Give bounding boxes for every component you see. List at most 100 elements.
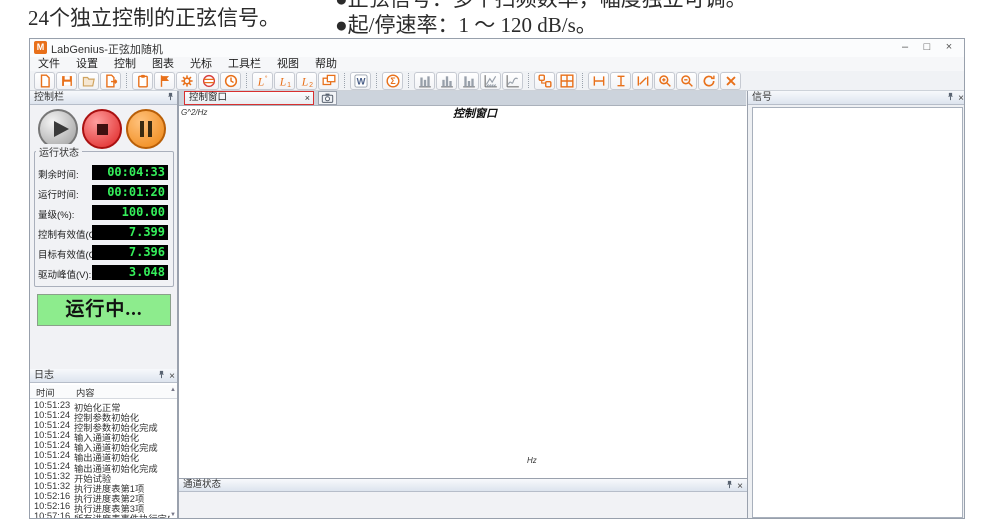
window-grid-button[interactable]	[556, 72, 577, 90]
zoom-in-icon	[658, 74, 672, 88]
tab-control-window[interactable]: 控制窗口 ×	[184, 91, 314, 105]
menu-控制[interactable]: 控制	[106, 57, 144, 71]
export-button[interactable]	[100, 72, 121, 90]
status-value-lcd: 3.048	[92, 265, 168, 280]
new-file-button[interactable]	[34, 72, 55, 90]
tab-close-icon[interactable]: ×	[305, 92, 310, 104]
status-value-lcd: 00:01:20	[92, 185, 168, 200]
zoom-cancel-icon	[724, 74, 738, 88]
menu-视图[interactable]: 视图	[269, 57, 307, 71]
flag-marker-button[interactable]	[154, 72, 175, 90]
log-column-header: 时间 内容	[30, 385, 177, 399]
scroll-down-icon[interactable]: ▼	[170, 512, 176, 518]
line-chart-button[interactable]	[502, 72, 523, 90]
cursor-vertical-button[interactable]	[610, 72, 631, 90]
spec-notes: ●正弦信号：多个扫频数率，幅度独立可调。 24个独立控制的正弦信号。 ●起/停速…	[0, 0, 1000, 37]
log-row[interactable]: 10:51:24输出通道初始化完成	[30, 461, 170, 471]
cascade-windows-icon	[322, 74, 336, 88]
log-content: 输出通道初始化完成	[74, 461, 158, 471]
signal-panel-header: 信号 ×	[748, 91, 965, 105]
status-label: 量级(%):	[38, 207, 74, 221]
menu-工具栏[interactable]: 工具栏	[220, 57, 269, 71]
control-chart[interactable]: G^2/Hz 控制窗口 Hz	[179, 106, 747, 478]
menu-图表[interactable]: 图表	[144, 57, 182, 71]
zoom-cancel-button[interactable]	[720, 72, 741, 90]
cursor-horizontal-button[interactable]	[588, 72, 609, 90]
log-content: 控制参数初始化完成	[74, 420, 158, 430]
menu-帮助[interactable]: 帮助	[307, 57, 345, 71]
cascade-windows-button[interactable]	[318, 72, 339, 90]
restore-button[interactable]: □	[916, 40, 938, 55]
log-content: 输出通道初始化	[74, 450, 139, 460]
log-content: 执行进度表第1项	[74, 481, 144, 491]
profile-sphere-button[interactable]	[198, 72, 219, 90]
log-content: 控制参数初始化	[74, 410, 139, 420]
log-row[interactable]: 10:57:16所有进度表事件执行完成	[30, 511, 170, 519]
toolbar-separator	[126, 73, 128, 88]
channel-status-panel: 通道状态 ×	[179, 478, 747, 519]
sweep-lin-button[interactable]: L°	[252, 72, 273, 90]
group-link-button[interactable]	[534, 72, 555, 90]
stop-button[interactable]	[82, 109, 122, 149]
menu-bar: 文件设置控制图表光标工具栏视图帮助	[30, 57, 964, 71]
log-row[interactable]: 10:51:23初始化正常	[30, 400, 170, 410]
snapshot-button[interactable]	[318, 91, 337, 105]
group-link-icon	[538, 74, 552, 88]
log-row[interactable]: 10:52:16执行进度表第2项	[30, 491, 170, 501]
zoom-out-icon	[680, 74, 694, 88]
status-value-lcd: 00:04:33	[92, 165, 168, 180]
sigma-sum-button[interactable]: Σ	[382, 72, 403, 90]
menu-文件[interactable]: 文件	[30, 57, 68, 71]
toolbar: L°L1L2 W Σ	[30, 71, 964, 91]
menu-设置[interactable]: 设置	[68, 57, 106, 71]
close-button[interactable]: ×	[938, 40, 960, 55]
play-button[interactable]	[38, 109, 78, 149]
close-icon[interactable]: ×	[169, 371, 175, 382]
pause-button[interactable]	[126, 109, 166, 149]
open-folder-button[interactable]	[78, 72, 99, 90]
control-panel: 控制栏 运行状态 剩余时间:00:04:33运行时间:00:01:20量级(%)…	[30, 91, 178, 369]
svg-text:W: W	[356, 76, 365, 86]
sweep-log1-button[interactable]: L1	[274, 72, 295, 90]
zoom-out-button[interactable]	[676, 72, 697, 90]
close-icon[interactable]: ×	[737, 481, 743, 492]
pin-icon[interactable]	[946, 92, 955, 105]
spectrum-hatch-button[interactable]	[480, 72, 501, 90]
log-time: 10:51:24	[30, 440, 74, 450]
log-time: 10:51:24	[30, 430, 74, 440]
bar-chart-3-button[interactable]	[458, 72, 479, 90]
word-report-button[interactable]: W	[350, 72, 371, 90]
status-label: 运行时间:	[38, 187, 79, 201]
schedule-clock-button[interactable]	[220, 72, 241, 90]
pin-icon[interactable]	[725, 480, 734, 493]
pin-icon[interactable]	[157, 370, 166, 383]
cursor-slope-button[interactable]	[632, 72, 653, 90]
log-row[interactable]: 10:51:32执行进度表第1项	[30, 481, 170, 491]
cursor-horizontal-icon	[592, 74, 606, 88]
menu-光标[interactable]: 光标	[182, 57, 220, 71]
pin-icon[interactable]	[166, 92, 175, 105]
copy-data-button[interactable]	[132, 72, 153, 90]
log-content: 输入通道初始化	[74, 430, 139, 440]
settings-gear-button[interactable]	[176, 72, 197, 90]
scroll-up-icon[interactable]: ▲	[170, 387, 176, 393]
control-chart-area[interactable]: G^2/Hz 控制窗口 Hz	[179, 106, 747, 478]
bar-chart-2-button[interactable]	[436, 72, 457, 90]
minimize-button[interactable]: –	[894, 40, 916, 55]
sweep-log2-button[interactable]: L2	[296, 72, 317, 90]
x-axis-label: Hz	[527, 456, 537, 465]
log-row[interactable]: 10:51:24控制参数初始化	[30, 410, 170, 420]
log-row[interactable]: 10:51:24输入通道初始化完成	[30, 440, 170, 450]
log-row[interactable]: 10:52:16执行进度表第3项	[30, 501, 170, 511]
zoom-refresh-button[interactable]	[698, 72, 719, 90]
bar-chart-1-button[interactable]	[414, 72, 435, 90]
status-value-lcd: 7.396	[92, 245, 168, 260]
log-content: 执行进度表第3项	[74, 501, 144, 511]
control-panel-title: 控制栏	[34, 92, 64, 103]
log-row[interactable]: 10:51:24控制参数初始化完成	[30, 420, 170, 430]
zoom-in-button[interactable]	[654, 72, 675, 90]
log-content: 执行进度表第2项	[74, 491, 144, 501]
save-button[interactable]	[56, 72, 77, 90]
close-icon[interactable]: ×	[958, 93, 964, 104]
log-time: 10:57:16	[30, 511, 74, 519]
